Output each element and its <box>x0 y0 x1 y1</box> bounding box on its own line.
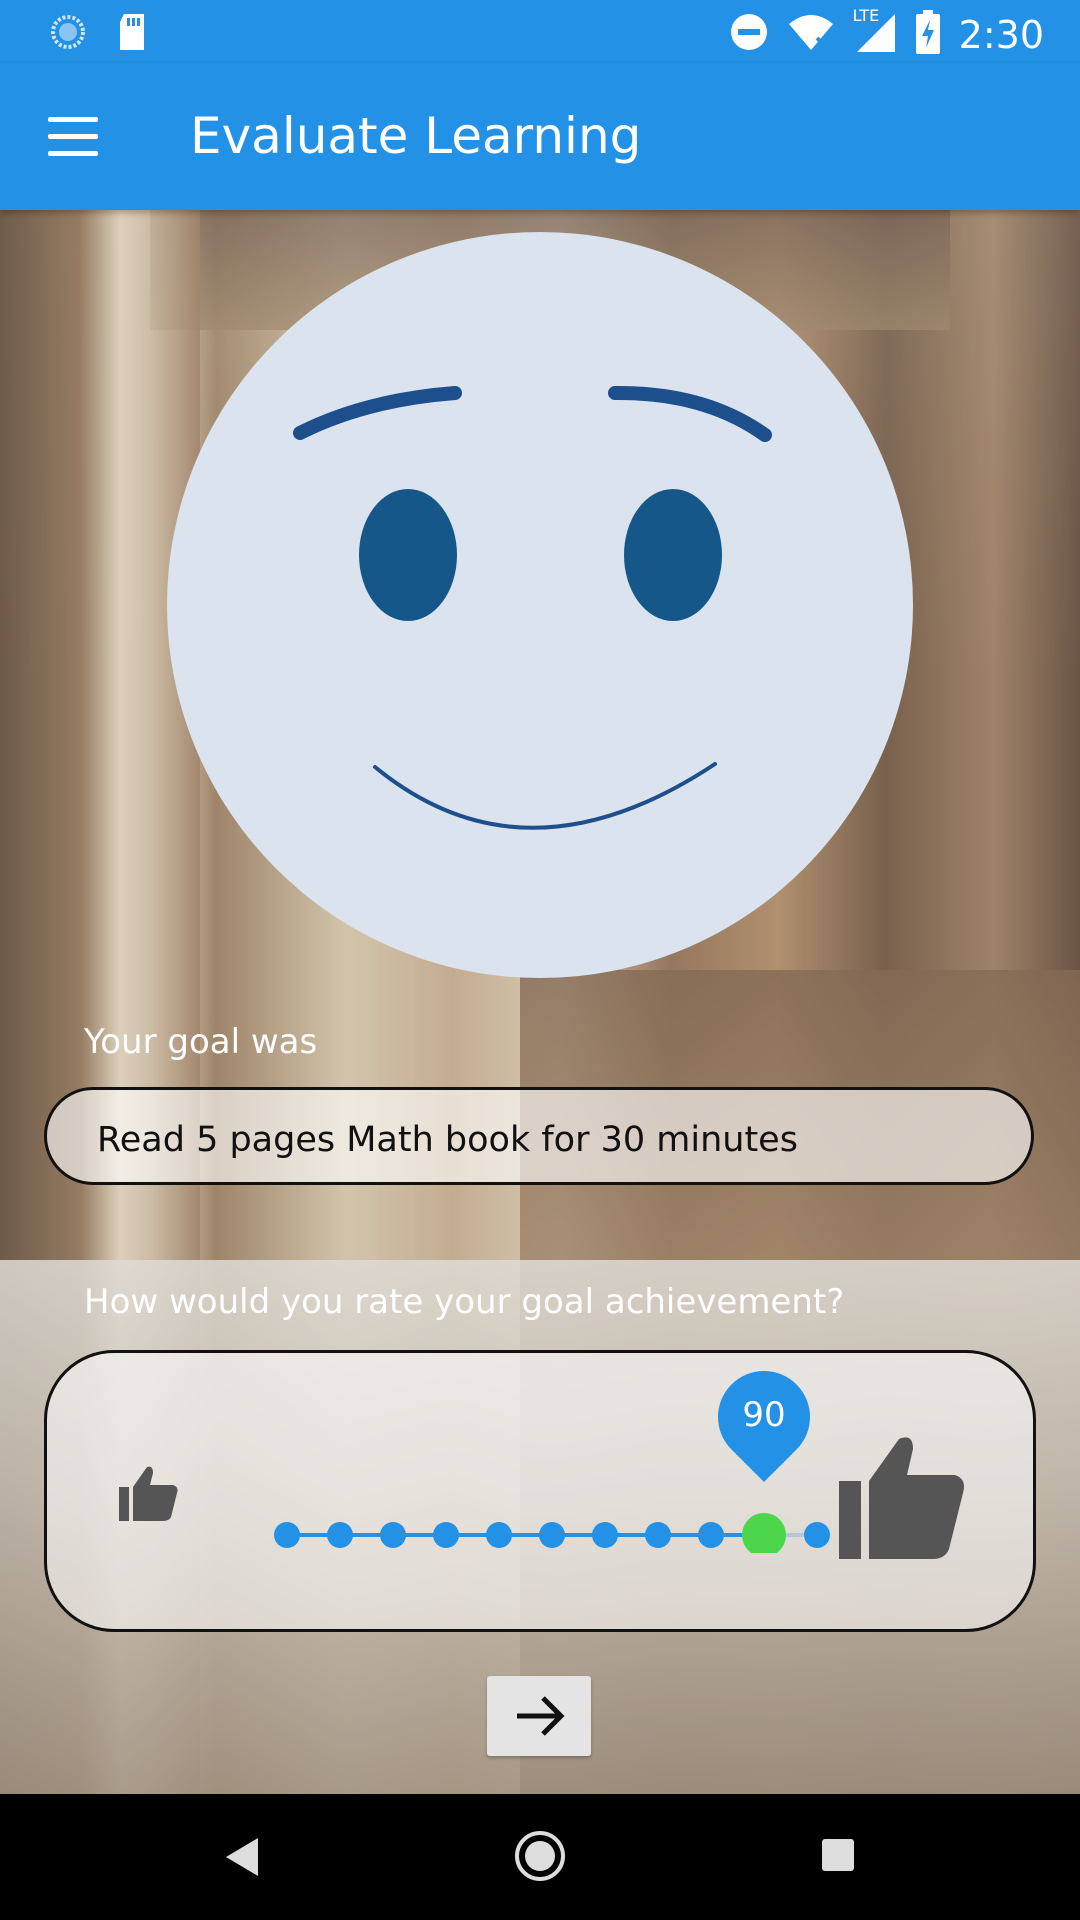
do-not-disturb-icon <box>729 12 769 57</box>
home-icon[interactable] <box>514 1830 566 1882</box>
goal-label: Your goal was <box>84 1022 318 1062</box>
rating-slider[interactable] <box>237 1473 837 1553</box>
slider-tick[interactable] <box>433 1522 459 1548</box>
slider-value-label: 90 <box>742 1395 786 1435</box>
status-bar: LTE 2:30 <box>0 0 1080 63</box>
slider-tick[interactable] <box>804 1522 830 1548</box>
slider-tick[interactable] <box>486 1522 512 1548</box>
sd-card-icon <box>116 12 148 57</box>
slider-tick[interactable] <box>698 1522 724 1548</box>
page-title: Evaluate Learning <box>190 107 642 165</box>
recents-icon[interactable] <box>821 1838 855 1872</box>
slider-tick[interactable] <box>539 1522 565 1548</box>
app-bar: Evaluate Learning <box>0 63 1080 210</box>
signal-icon: LTE <box>853 6 897 59</box>
slider-thumb[interactable] <box>742 1513 786 1553</box>
rating-panel: 90 <box>44 1350 1036 1632</box>
thumbs-up-small-icon <box>119 1466 178 1521</box>
hamburger-menu-icon[interactable] <box>38 107 108 167</box>
network-type-label: LTE <box>852 6 880 25</box>
thumbs-up-large-icon <box>839 1437 964 1559</box>
back-icon[interactable] <box>224 1836 260 1878</box>
wifi-icon <box>787 12 835 57</box>
slider-tick[interactable] <box>380 1522 406 1548</box>
slider-tick[interactable] <box>327 1522 353 1548</box>
goal-field: Read 5 pages Math book for 30 minutes <box>44 1087 1034 1185</box>
arrow-right-icon <box>517 1696 565 1736</box>
slider-tick[interactable] <box>592 1522 618 1548</box>
navigation-bar <box>0 1794 1080 1920</box>
rating-question: How would you rate your goal achievement… <box>84 1282 845 1322</box>
sync-icon <box>48 12 88 57</box>
next-button[interactable] <box>487 1676 591 1756</box>
goal-text: Read 5 pages Math book for 30 minutes <box>97 1120 798 1160</box>
slider-tick[interactable] <box>274 1522 300 1548</box>
slider-tick[interactable] <box>645 1522 671 1548</box>
status-time: 2:30 <box>958 12 1044 57</box>
smiley-face-icon <box>167 232 913 978</box>
battery-charging-icon <box>915 10 941 59</box>
